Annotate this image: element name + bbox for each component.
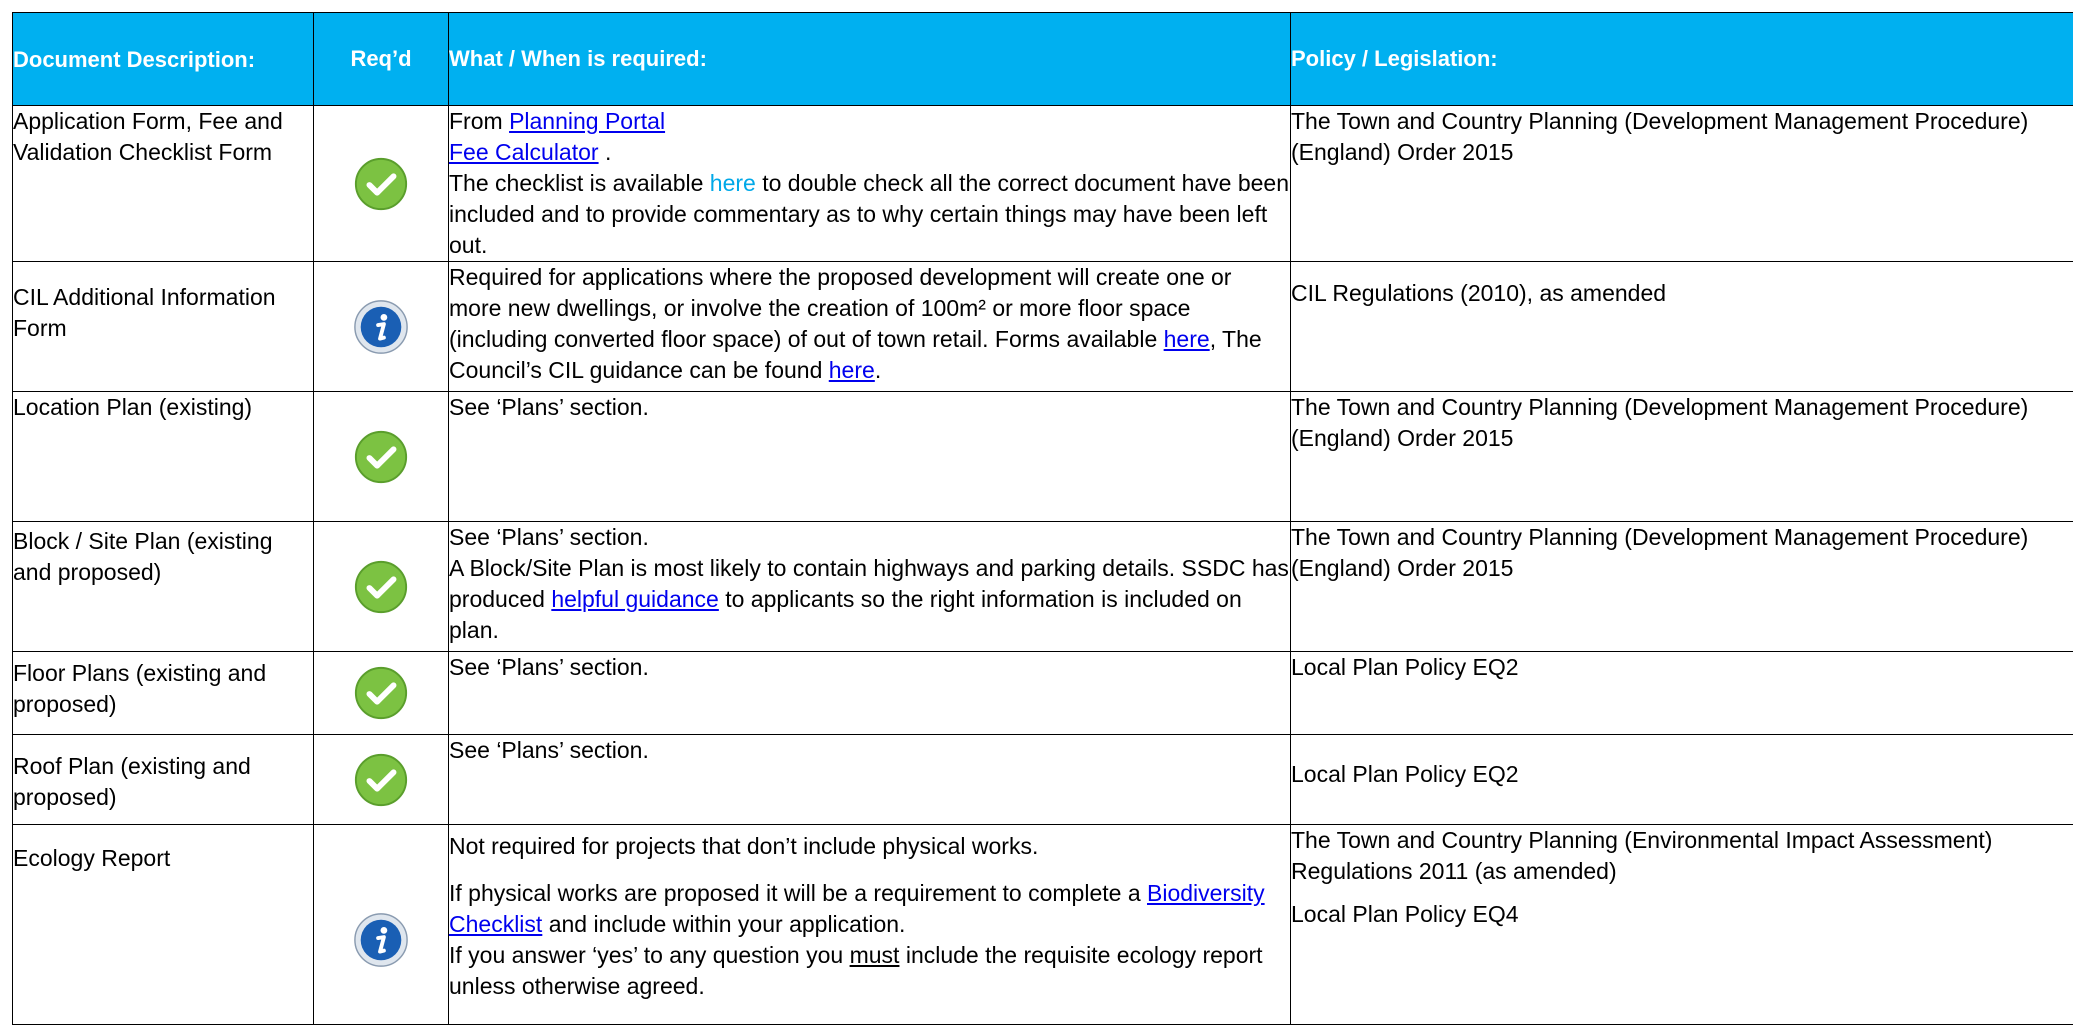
plans-section-text: See ‘Plans’ section. <box>449 394 649 420</box>
info-icon <box>352 298 410 356</box>
cil-text-end: . <box>875 357 881 383</box>
checklist-text: The checklist is available <box>449 170 710 196</box>
document-description: Floor Plans (existing and proposed) <box>13 652 314 735</box>
helpful-guidance-link[interactable]: helpful guidance <box>551 586 719 612</box>
fee-calculator-link[interactable]: Fee Calculator <box>449 139 599 165</box>
what-when-cell: See ‘Plans’ section. <box>449 392 1291 522</box>
ecology-text-4: If you answer ‘yes’ to any question you <box>449 942 850 968</box>
header-policy: Policy / Legislation: <box>1291 13 2073 106</box>
check-icon <box>352 558 410 616</box>
header-what-when: What / When is required: <box>449 13 1291 106</box>
document-description: Roof Plan (existing and proposed) <box>13 735 314 825</box>
table-header-row: Document Description: Req’d What / When … <box>13 13 2073 106</box>
check-icon <box>352 428 410 486</box>
required-cell <box>314 825 449 1025</box>
plans-section-text: See ‘Plans’ section. <box>449 654 649 680</box>
required-cell <box>314 106 449 262</box>
required-cell <box>314 392 449 522</box>
document-description: CIL Additional Information Form <box>13 262 314 392</box>
what-when-cell: See ‘Plans’ section. A Block/Site Plan i… <box>449 522 1291 652</box>
ecology-policy-1: The Town and Country Planning (Environme… <box>1291 827 1992 884</box>
required-cell <box>314 522 449 652</box>
what-when-cell: See ‘Plans’ section. <box>449 652 1291 735</box>
what-when-cell: Not required for projects that don’t inc… <box>449 825 1291 1025</box>
document-description: Application Form, Fee and Validation Che… <box>13 106 314 262</box>
table-row: Ecology Report Not required for projects… <box>13 825 2073 1025</box>
ecology-text-1: Not required for projects that don’t inc… <box>449 833 1038 859</box>
policy-cell: The Town and Country Planning (Environme… <box>1291 825 2073 1025</box>
check-icon <box>352 155 410 213</box>
plans-section-text: See ‘Plans’ section. <box>449 737 649 763</box>
what-when-cell: See ‘Plans’ section. <box>449 735 1291 825</box>
header-document-description: Document Description: <box>13 13 314 106</box>
policy-cell: Local Plan Policy EQ2 <box>1291 652 2073 735</box>
check-icon <box>352 751 410 809</box>
required-cell <box>314 262 449 392</box>
policy-cell: CIL Regulations (2010), as amended <box>1291 262 2073 392</box>
must-text: must <box>850 942 900 968</box>
required-cell <box>314 652 449 735</box>
table-row: CIL Additional Information Form Required… <box>13 262 2073 392</box>
check-icon <box>352 664 410 722</box>
policy-cell: The Town and Country Planning (Developme… <box>1291 106 2073 262</box>
cil-guidance-here-link[interactable]: here <box>829 357 875 383</box>
table-row: Application Form, Fee and Validation Che… <box>13 106 2073 262</box>
policy-cell: The Town and Country Planning (Developme… <box>1291 522 2073 652</box>
from-text: From <box>449 108 509 134</box>
policy-cell: The Town and Country Planning (Developme… <box>1291 392 2073 522</box>
document-description: Location Plan (existing) <box>13 392 314 522</box>
info-icon <box>352 911 410 969</box>
document-description: Ecology Report <box>13 825 314 1025</box>
table-row: Block / Site Plan (existing and proposed… <box>13 522 2073 652</box>
what-when-cell: Required for applications where the prop… <box>449 262 1291 392</box>
dot-text: . <box>599 139 612 165</box>
ecology-text-2: If physical works are proposed it will b… <box>449 880 1147 906</box>
policy-cell: Local Plan Policy EQ2 <box>1291 735 2073 825</box>
checklist-here-link[interactable]: here <box>710 170 756 196</box>
ecology-text-3: and include within your application. <box>542 911 905 937</box>
plans-section-text: See ‘Plans’ section. <box>449 524 649 550</box>
cil-forms-here-link[interactable]: here <box>1164 326 1210 352</box>
planning-portal-link[interactable]: Planning Portal <box>509 108 665 134</box>
cil-text: Required for applications where the prop… <box>449 264 1231 352</box>
table-row: Location Plan (existing) See ‘Plans’ sec… <box>13 392 2073 522</box>
validation-checklist-table: Document Description: Req’d What / When … <box>12 12 2073 1025</box>
required-cell <box>314 735 449 825</box>
document-description: Block / Site Plan (existing and proposed… <box>13 522 314 652</box>
table-row: Floor Plans (existing and proposed) See … <box>13 652 2073 735</box>
what-when-cell: From Planning Portal Fee Calculator . Th… <box>449 106 1291 262</box>
table-row: Roof Plan (existing and proposed) See ‘P… <box>13 735 2073 825</box>
ecology-policy-2: Local Plan Policy EQ4 <box>1291 901 1519 927</box>
header-required: Req’d <box>314 13 449 106</box>
